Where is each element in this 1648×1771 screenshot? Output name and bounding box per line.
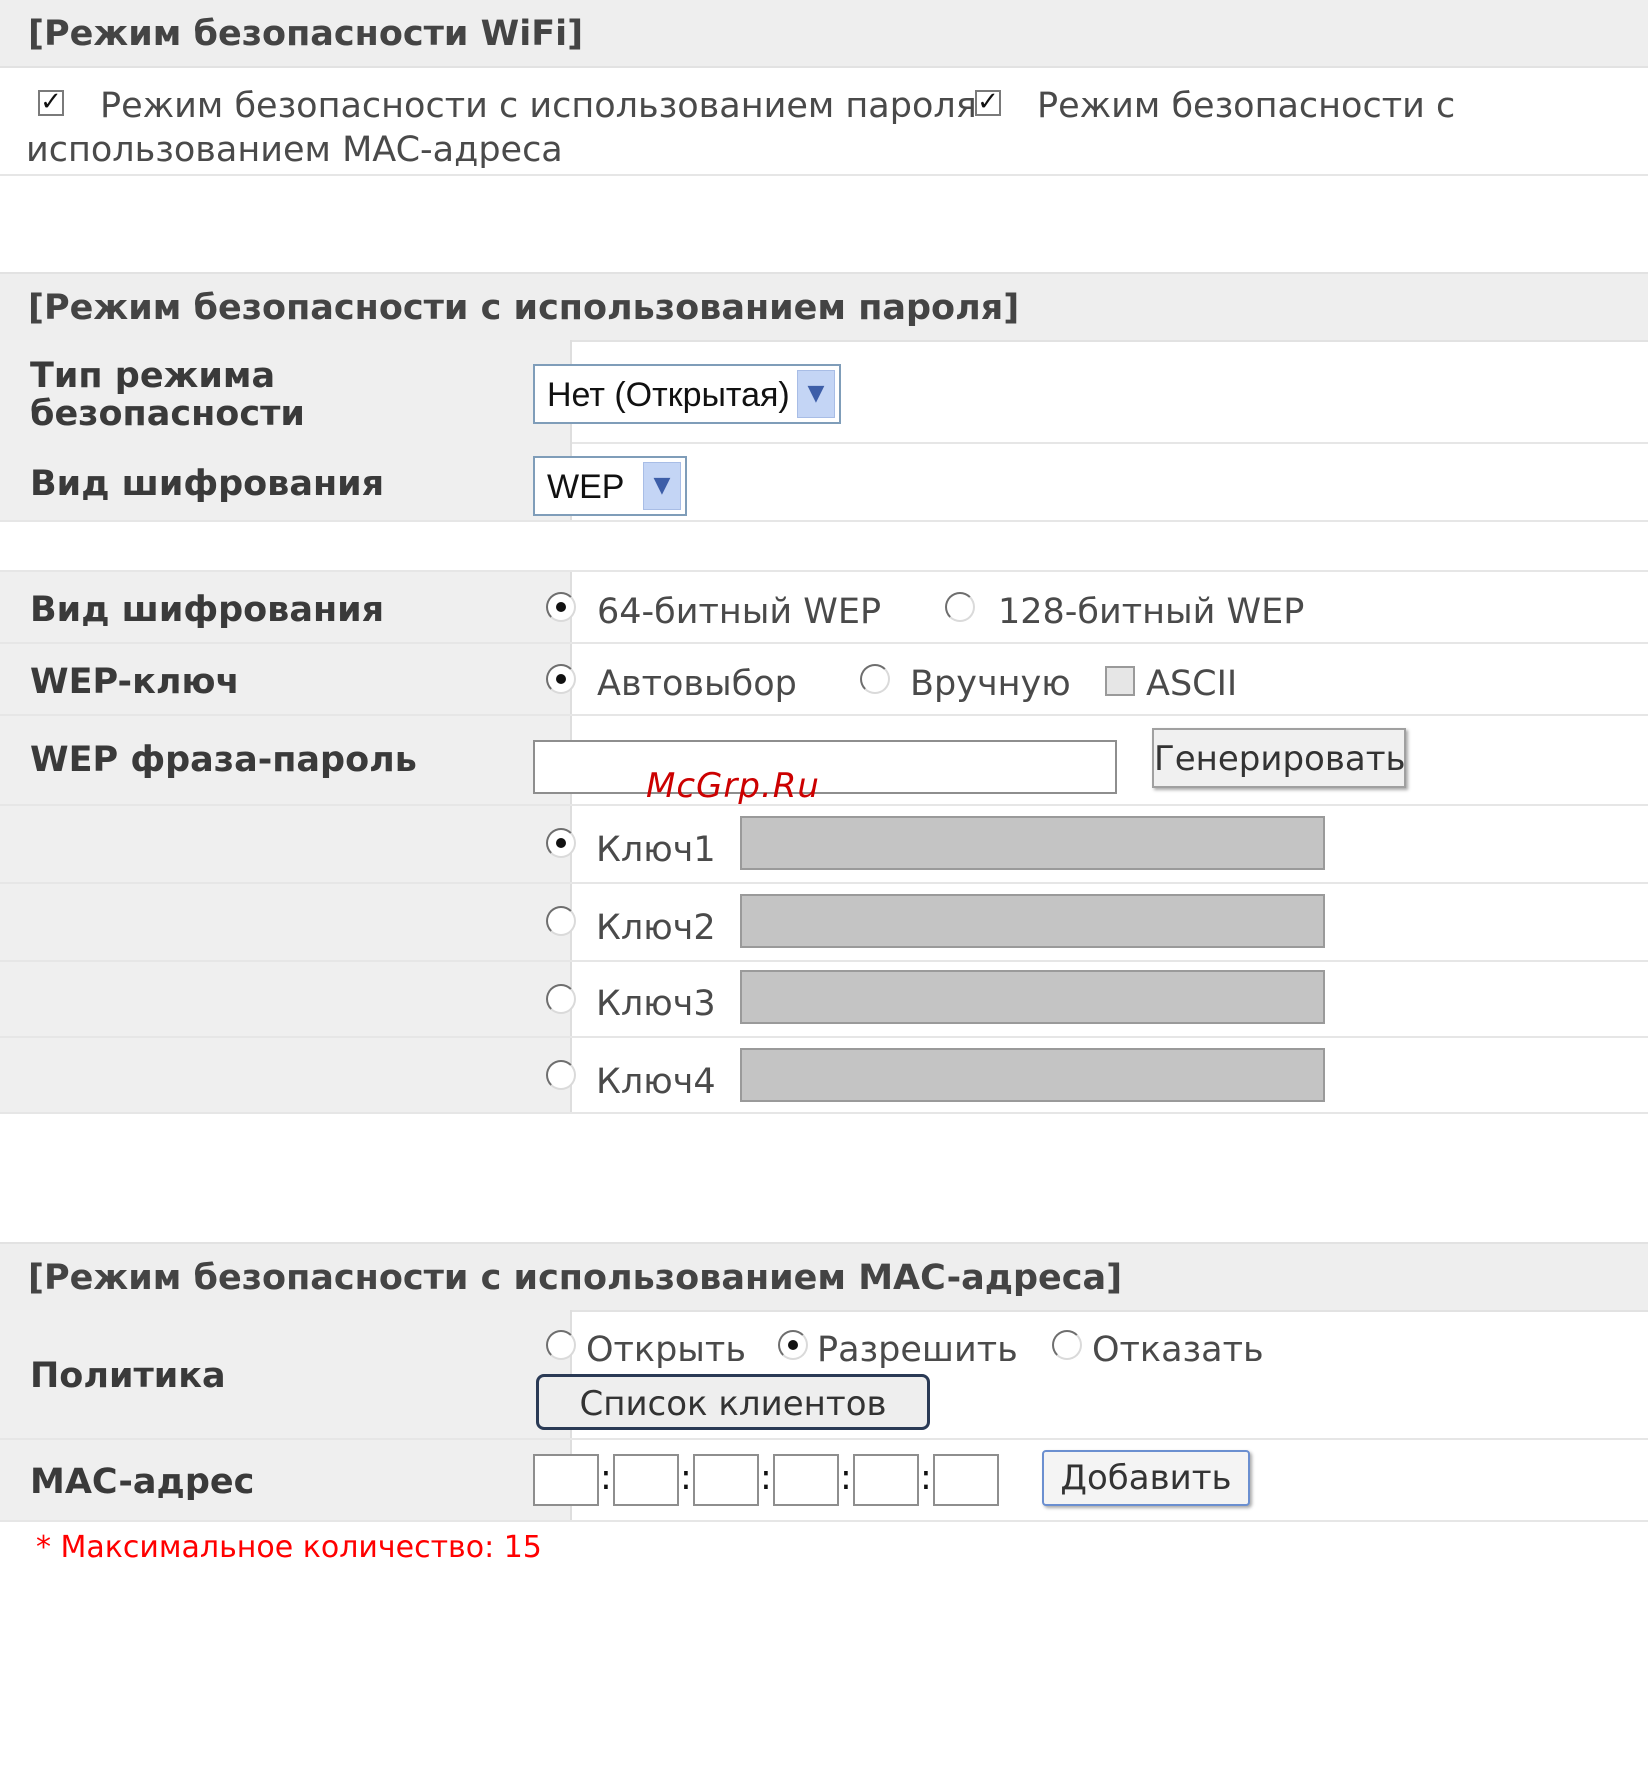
security-type-label-cell: Тип режима безопасности [0,340,572,442]
wifi-section-title: [Режим безопасности WiFi] [28,14,584,54]
key-label-cell [0,962,572,1036]
wep-encryption-label-cell: Вид шифрования [0,572,572,642]
key2-label: Ключ2 [596,908,716,948]
passphrase-label-cell: WEP фраза-пароль [0,716,572,804]
chevron-down-icon[interactable]: ▼ [643,462,681,510]
key-row: Ключ3 [0,962,1648,1038]
deny-radio[interactable] [1052,1330,1082,1360]
key3-label: Ключ3 [596,984,716,1024]
add-button[interactable]: Добавить [1042,1450,1250,1506]
watermark: McGrp.Ru [646,766,820,806]
passphrase-row: WEP фраза-пароль Генерировать [0,716,1648,806]
wifi-mode-row: ✓ Режим безопасности с использованием па… [0,66,1648,176]
wep-key-row: WEP-ключ Автовыбор Вручную ASCII [0,644,1648,716]
password-section-header: [Режим безопасности с использованием пар… [0,272,1648,342]
mac-label: MAC-адрес [30,1462,255,1502]
key-label-cell [0,884,572,960]
mac-section-title: [Режим безопасности с использованием MAC… [28,1258,1123,1298]
mac-mode-checkbox[interactable]: ✓ [975,89,1001,116]
manual-radio[interactable] [860,664,890,694]
wep-encryption-row: Вид шифрования 64-битный WEP 128-битный … [0,572,1648,644]
security-type-row: Тип режима безопасности Нет (Открытая) ▼ [0,340,1648,444]
encryption-select[interactable]: WEP ▼ [533,456,687,516]
encryption-value: WEP [547,468,625,506]
security-type-select[interactable]: Нет (Открытая) ▼ [533,364,841,424]
chevron-down-icon[interactable]: ▼ [797,370,835,418]
key-row: Ключ2 [0,884,1648,962]
password-mode-label: Режим безопасности с использованием паро… [100,86,977,126]
policy-row: Политика Открыть Разрешить Отказать Спис… [0,1310,1648,1440]
key3-field[interactable] [740,970,1325,1024]
auto-label: Автовыбор [597,664,797,704]
key2-field[interactable] [740,894,1325,948]
wep-encryption-label: Вид шифрования [30,590,385,630]
mac-separator: : [840,1458,852,1498]
key-label-cell [0,1038,572,1112]
key3-radio[interactable] [546,984,576,1014]
key1-field[interactable] [740,816,1325,870]
password-mode-checkbox[interactable]: ✓ [38,89,64,116]
max-count-note: * Максимальное количество: 15 [36,1530,542,1565]
key-label-cell [0,806,572,882]
wifi-section-header: [Режим безопасности WiFi] [0,0,1648,68]
open-radio[interactable] [546,1330,576,1360]
open-label: Открыть [586,1330,746,1370]
mac-section-header: [Режим безопасности с использованием MAC… [0,1242,1648,1312]
security-type-value: Нет (Открытая) [547,376,790,414]
passphrase-input[interactable] [533,740,1117,794]
policy-label: Политика [30,1356,226,1396]
encryption-row: Вид шифрования WEP ▼ [0,442,1648,522]
key1-label: Ключ1 [596,830,716,870]
mac-separator: : [680,1458,692,1498]
wep-64-label: 64-битный WEP [597,592,882,632]
auto-radio[interactable] [546,664,576,694]
key2-radio[interactable] [546,906,576,936]
mac-octet-4[interactable] [773,1454,839,1506]
wep-key-label-cell: WEP-ключ [0,644,572,714]
mac-octet-3[interactable] [693,1454,759,1506]
key4-field[interactable] [740,1048,1325,1102]
mac-octet-1[interactable] [533,1454,599,1506]
key-row: Ключ1 [0,806,1648,884]
security-type-label-2: безопасности [30,394,305,434]
mac-octet-6[interactable] [933,1454,999,1506]
mac-octet-5[interactable] [853,1454,919,1506]
allow-label: Разрешить [817,1330,1018,1370]
wep-128-radio[interactable] [945,592,975,622]
mac-separator: : [600,1458,612,1498]
ascii-checkbox[interactable] [1105,666,1135,696]
key1-radio[interactable] [546,828,576,858]
deny-label: Отказать [1092,1330,1264,1370]
mac-separator: : [760,1458,772,1498]
security-type-label-1: Тип режима [30,356,276,396]
mac-octet-2[interactable] [613,1454,679,1506]
manual-label: Вручную [910,664,1071,704]
mac-label-cell: MAC-адрес [0,1440,572,1520]
policy-label-cell: Политика [0,1310,572,1438]
mac-address-row: MAC-адрес : : : : : Добавить [0,1440,1648,1522]
generate-button[interactable]: Генерировать [1152,728,1406,788]
key4-label: Ключ4 [596,1062,716,1102]
encryption-label-cell: Вид шифрования [0,442,572,520]
mac-separator: : [920,1458,932,1498]
password-section-title: [Режим безопасности с использованием пар… [28,288,1020,328]
key4-radio[interactable] [546,1060,576,1090]
key-row: Ключ4 [0,1038,1648,1114]
passphrase-label: WEP фраза-пароль [30,740,417,780]
mac-mode-label-1: Режим безопасности с [1037,86,1456,126]
wep-128-label: 128-битный WEP [998,592,1305,632]
client-list-button[interactable]: Список клиентов [536,1374,930,1430]
wep-key-label: WEP-ключ [30,662,240,702]
wep-64-radio[interactable] [546,592,576,622]
mac-mode-label-2: использованием MAC-адреса [26,130,563,170]
ascii-label: ASCII [1146,664,1238,704]
allow-radio[interactable] [778,1330,808,1360]
encryption-label: Вид шифрования [30,464,385,504]
